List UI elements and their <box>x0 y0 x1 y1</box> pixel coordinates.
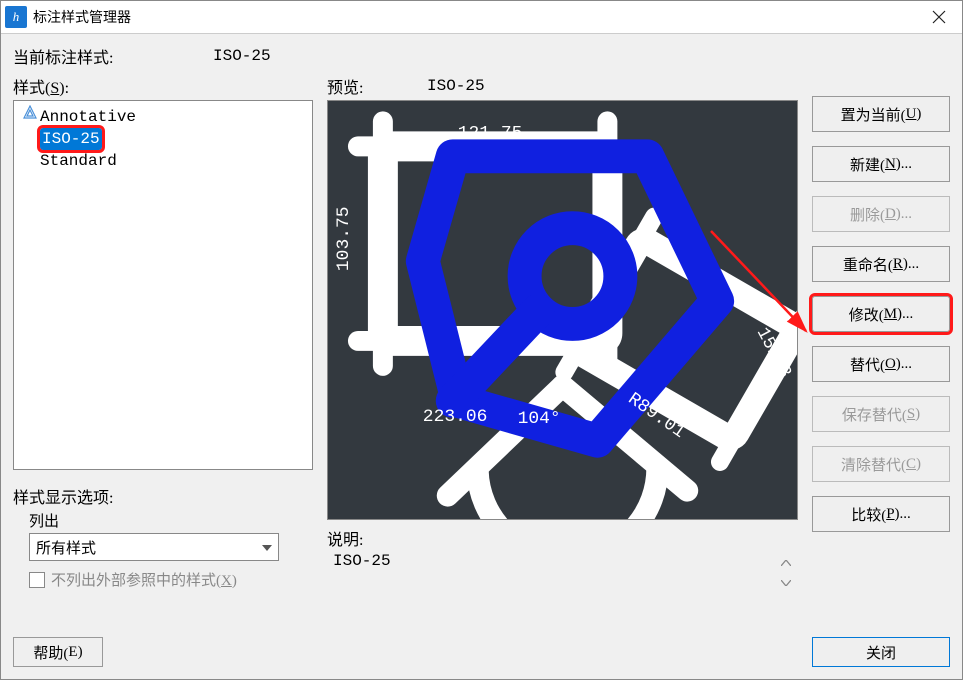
checkbox-icon[interactable] <box>29 572 45 588</box>
display-options: 样式显示选项: 列出 所有样式 不列出外部参照中的样式(X) <box>13 484 313 590</box>
list-item-label: Annotative <box>40 106 136 128</box>
description-spinner <box>778 556 794 590</box>
save-override-button: 保存替代(S) <box>812 396 950 432</box>
new-button[interactable]: 新建(N)... <box>812 146 950 182</box>
styles-listbox[interactable]: Annotative ISO-25 Standard <box>13 100 313 470</box>
right-column: 置为当前(U) 新建(N)... 删除(D)... 重命名(R)... 修改(M… <box>812 74 950 627</box>
current-style-value: ISO-25 <box>213 47 271 65</box>
styles-filter-select[interactable]: 所有样式 <box>29 533 279 561</box>
xref-checkbox-label: 不列出外部参照中的样式(X) <box>51 569 237 590</box>
titlebar: h 标注样式管理器 <box>1 1 962 34</box>
preview-header: 预览: ISO-25 <box>327 74 798 98</box>
clear-override-button: 清除替代(C) <box>812 446 950 482</box>
styles-label: 样式(S): <box>13 74 313 98</box>
rename-button[interactable]: 重命名(R)... <box>812 246 950 282</box>
close-dialog-button[interactable]: 关闭 <box>812 637 950 667</box>
dim-top: 121.75 <box>458 123 523 143</box>
preview-canvas: 121.75 103.75 104° 223.06 152.3 R89.01 <box>327 100 798 520</box>
list-item-label: ISO-25 <box>40 128 102 150</box>
current-style-row: 当前标注样式: ISO-25 <box>13 44 950 68</box>
dialog-window: h 标注样式管理器 当前标注样式: ISO-25 样式(S): <box>0 0 963 680</box>
preview-style-name: ISO-25 <box>427 77 485 95</box>
close-button[interactable] <box>916 1 962 34</box>
annotative-icon <box>22 105 40 128</box>
description-value: ISO-25 <box>333 552 391 570</box>
modify-button[interactable]: 修改(M)... <box>812 296 950 332</box>
dim-left: 103.75 <box>334 206 354 271</box>
display-options-label: 样式显示选项: <box>13 484 313 508</box>
window-title: 标注样式管理器 <box>33 7 916 27</box>
app-icon: h <box>5 6 27 28</box>
list-label: 列出 <box>29 510 313 531</box>
list-item[interactable]: Annotative <box>20 105 306 128</box>
close-icon <box>932 10 946 24</box>
override-button[interactable]: 替代(O)... <box>812 346 950 382</box>
chevron-down-icon <box>262 539 272 556</box>
spin-up-icon[interactable] <box>778 556 794 570</box>
spin-down-icon[interactable] <box>778 576 794 590</box>
current-style-label: 当前标注样式: <box>13 44 213 68</box>
set-current-button[interactable]: 置为当前(U) <box>812 96 950 132</box>
middle-column: 预览: ISO-25 <box>327 74 798 627</box>
preview-label: 预览: <box>327 74 427 98</box>
delete-button: 删除(D)... <box>812 196 950 232</box>
list-item-label: Standard <box>40 150 117 172</box>
description-label: 说明: <box>327 526 798 550</box>
footer: 帮助(E) 关闭 <box>13 637 950 667</box>
select-value: 所有样式 <box>36 537 96 558</box>
description-box: ISO-25 <box>327 550 798 600</box>
preview-svg: 121.75 103.75 104° 223.06 152.3 R89.01 <box>328 101 797 519</box>
compare-button[interactable]: 比较(P)... <box>812 496 950 532</box>
xref-checkbox-row[interactable]: 不列出外部参照中的样式(X) <box>29 569 313 590</box>
dialog-body: 当前标注样式: ISO-25 样式(S): Annotative <box>1 34 962 679</box>
help-button[interactable]: 帮助(E) <box>13 637 103 667</box>
dim-bottom: 223.06 <box>423 407 488 427</box>
list-item[interactable]: ISO-25 <box>20 128 306 150</box>
left-column: 样式(S): Annotative ISO-25 Standard <box>13 74 313 627</box>
list-item[interactable]: Standard <box>20 150 306 172</box>
dim-angle: 104° <box>518 409 561 429</box>
